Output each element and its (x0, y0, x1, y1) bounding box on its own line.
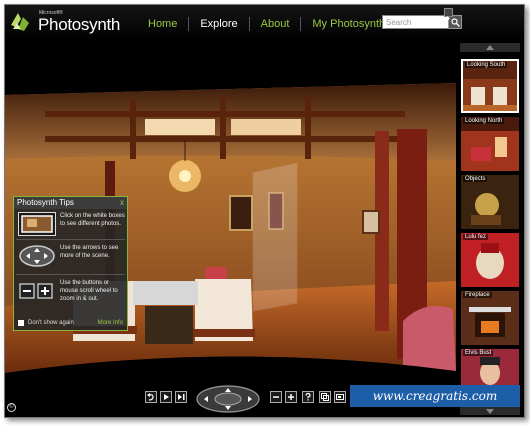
tips-footer: Don't show again More Info (16, 318, 125, 328)
thumbnail-looking-south[interactable]: Looking South (461, 59, 519, 113)
thumbnail-lulu-fez[interactable]: Lulu fez (461, 233, 519, 287)
play-button[interactable] (160, 391, 172, 403)
embed-icon (336, 394, 344, 400)
scroll-up-button[interactable] (460, 43, 520, 52)
tip-text: Use the arrows to see more of the scene. (60, 245, 119, 259)
thumbnail-objects[interactable]: Objects (461, 175, 519, 229)
divider (16, 274, 125, 275)
next-icon (178, 394, 185, 400)
photosynth-window: Microsoft® Photosynth Home Explore About… (4, 4, 525, 418)
navigation-arrows-icon (18, 244, 56, 268)
arrow-up-icon (486, 45, 494, 50)
fullscreen-button[interactable] (319, 391, 331, 403)
copyright-icon: © (7, 403, 16, 412)
thumbnail-label: Looking North (463, 118, 505, 124)
thumbnail-label: Looking South (465, 62, 508, 68)
thumbnail-label: Lulu fez (463, 234, 489, 240)
tip-text: Click on the white boxes to see differen… (60, 213, 125, 227)
thumbnail-label: Objects (463, 176, 488, 182)
thumbnail-fireplace[interactable]: Fireplace (461, 291, 519, 345)
zoom-in-icon (288, 394, 294, 400)
brand-name: Photosynth (38, 15, 121, 34)
tips-panel: Photosynth Tips x Click on the white box… (13, 196, 128, 331)
arrow-down-icon (486, 409, 494, 414)
help-icon (305, 392, 311, 401)
next-button[interactable] (175, 391, 187, 403)
undo-icon (147, 393, 154, 401)
synth-viewer[interactable]: Photosynth Tips x Click on the white box… (5, 41, 456, 417)
photosynth-logo[interactable]: Microsoft® Photosynth (9, 9, 129, 37)
photosynth-logo-icon (11, 13, 29, 31)
tip-text: Use the buttons or mouse scroll wheel to… (60, 280, 118, 302)
undo-button[interactable] (145, 391, 157, 403)
more-info-link[interactable]: More Info (98, 318, 123, 328)
navigation-dpad[interactable] (195, 385, 261, 413)
thumbnail-image (461, 233, 519, 287)
photo-thumbnail-icon (18, 212, 56, 236)
dont-show-checkbox[interactable] (18, 320, 24, 326)
thumbnail-sidebar: Looking South Looking North Objects Lulu… (456, 41, 524, 417)
nav-explore[interactable]: Explore (189, 17, 250, 31)
thumbnail-image (461, 175, 519, 229)
zoom-out-button[interactable] (270, 391, 282, 403)
watermark: www.creagratis.com (350, 385, 520, 407)
thumbnail-image (461, 291, 519, 345)
close-icon[interactable]: x (120, 198, 124, 208)
fullscreen-icon (321, 393, 329, 401)
thumbnail-image (461, 117, 519, 171)
thumbnail-image (463, 61, 517, 111)
tips-title: Photosynth Tips (14, 197, 127, 209)
collapse-sidebar-button[interactable] (444, 8, 453, 21)
help-button[interactable] (302, 391, 314, 403)
thumbnail-label: Elvis Bust (463, 350, 494, 356)
chevron-right-icon (447, 16, 450, 21)
zoom-buttons-icon (18, 279, 56, 303)
dont-show-label: Don't show again (28, 320, 74, 326)
play-icon (164, 394, 169, 400)
dpad-icon (196, 385, 260, 413)
divider (16, 239, 125, 240)
zoom-in-button[interactable] (285, 391, 297, 403)
scroll-down-button[interactable] (460, 407, 520, 415)
main-nav: Home Explore About My Photosynths (137, 16, 402, 32)
thumbnail-looking-north[interactable]: Looking North (461, 117, 519, 171)
nav-home[interactable]: Home (137, 17, 190, 31)
search-icon (451, 18, 460, 27)
zoom-out-icon (273, 396, 279, 398)
nav-about[interactable]: About (250, 17, 302, 31)
embed-button[interactable] (334, 391, 346, 403)
thumbnail-label: Fireplace (463, 292, 492, 298)
